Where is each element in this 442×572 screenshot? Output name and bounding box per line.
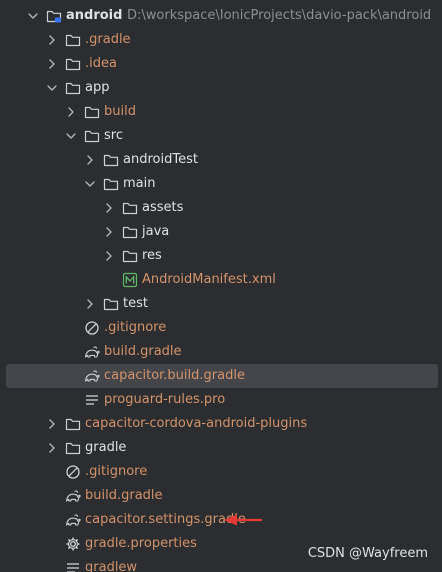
tree-row-androidmanifest-xml[interactable]: AndroidManifest.xml [0,268,442,292]
watermark-text: CSDN @Wayfreem [307,546,428,561]
tree-row-label: app [85,80,110,95]
tree-row-label: .gitignore [85,464,148,479]
chevron-down-icon[interactable] [65,130,77,142]
chevron-down-icon[interactable] [46,82,58,94]
tree-row-label: gradle [85,440,127,455]
folder-icon [122,202,138,215]
tree-row-main[interactable]: main [0,172,442,196]
chevron-right-icon[interactable] [46,58,58,70]
project-tree[interactable]: android D:\workspace\IonicProjects\davio-… [0,0,442,572]
module-folder-icon [46,10,62,23]
tree-row-label: res [142,248,162,263]
tree-row-gitignore[interactable]: .gitignore [0,316,442,340]
gradle-icon [84,370,100,382]
tree-row-label: .gitignore [104,320,167,335]
folder-icon [65,418,81,431]
tree-row-src[interactable]: src [0,124,442,148]
gradle-icon [65,514,81,526]
chevron-right-icon[interactable] [84,298,96,310]
tree-row-label: build.gradle [104,344,182,359]
tree-row-android[interactable]: android D:\workspace\IonicProjects\davio-… [0,4,442,28]
chevron-right-icon[interactable] [103,202,115,214]
chevron-right-icon[interactable] [84,154,96,166]
tree-row-label: main [123,176,156,191]
text-file-icon [67,563,79,572]
chevron-right-icon[interactable] [103,226,115,238]
tree-row-app[interactable]: app [0,76,442,100]
folder-icon [103,154,119,167]
tree-row-label: build [104,104,136,119]
chevron-right-icon[interactable] [103,250,115,262]
folder-icon [84,106,100,119]
tree-row-label: gradlew [85,560,138,572]
folder-icon [122,250,138,263]
tree-row-label: capacitor.settings.gradle [85,512,246,527]
tree-row-label: androidTest [123,152,198,167]
tree-row-idea[interactable]: .idea [0,52,442,76]
folder-icon [122,226,138,239]
chevron-right-icon[interactable] [65,106,77,118]
tree-row-label: test [123,296,148,311]
tree-row-build[interactable]: build [0,100,442,124]
tree-row-assets[interactable]: assets [0,196,442,220]
project-path: D:\workspace\IonicProjects\davio-pack\an… [127,8,432,23]
tree-row-androidtest[interactable]: androidTest [0,148,442,172]
gradle-icon [84,346,100,358]
tree-row-test[interactable]: test [0,292,442,316]
folder-icon [65,34,81,47]
settings-gear-icon [66,537,80,551]
tree-row-proguard-rules-pro[interactable]: proguard-rules.pro [0,388,442,412]
folder-icon [65,82,81,95]
tree-row-label: src [104,128,123,143]
tree-row-label: proguard-rules.pro [104,392,226,407]
tree-row-capacitor-build-gradle[interactable]: capacitor.build.gradle [0,364,442,388]
tree-row-label: .idea [85,56,117,71]
chevron-right-icon[interactable] [46,34,58,46]
folder-icon [65,442,81,455]
gitignore-icon [85,321,99,335]
folder-icon [103,178,119,191]
folder-icon [103,298,119,311]
tree-row-label: android [66,8,123,23]
tree-row-capacitor-settings-gradle[interactable]: capacitor.settings.gradle [0,508,442,532]
tree-row-label: assets [142,200,184,215]
tree-row-label: AndroidManifest.xml [142,272,276,287]
tree-row-capacitor-cordova-android-plugins[interactable]: capacitor-cordova-android-plugins [0,412,442,436]
tree-row-java[interactable]: java [0,220,442,244]
tree-row-gradle[interactable]: gradle [0,436,442,460]
tree-row-res[interactable]: res [0,244,442,268]
tree-row-label: capacitor-cordova-android-plugins [85,416,308,431]
chevron-down-icon[interactable] [27,10,39,22]
chevron-right-icon[interactable] [46,442,58,454]
gitignore-icon [66,465,80,479]
red-arrow-icon [224,514,262,526]
tree-row-label: gradle.properties [85,536,197,551]
tree-row-label: java [142,224,170,239]
tree-row-label: capacitor.build.gradle [104,368,245,383]
chevron-down-icon[interactable] [84,178,96,190]
folder-icon [65,58,81,71]
text-file-icon [86,395,98,405]
tree-row-gitignore[interactable]: .gitignore [0,460,442,484]
tree-row-gradle[interactable]: .gradle [0,28,442,52]
chevron-right-icon[interactable] [46,418,58,430]
folder-icon [84,130,100,143]
tree-row-build-gradle[interactable]: build.gradle [0,484,442,508]
tree-row-label: .gradle [85,32,131,47]
manifest-icon [122,272,138,288]
gradle-icon [65,490,81,502]
tree-row-label: build.gradle [85,488,163,503]
tree-row-build-gradle[interactable]: build.gradle [0,340,442,364]
